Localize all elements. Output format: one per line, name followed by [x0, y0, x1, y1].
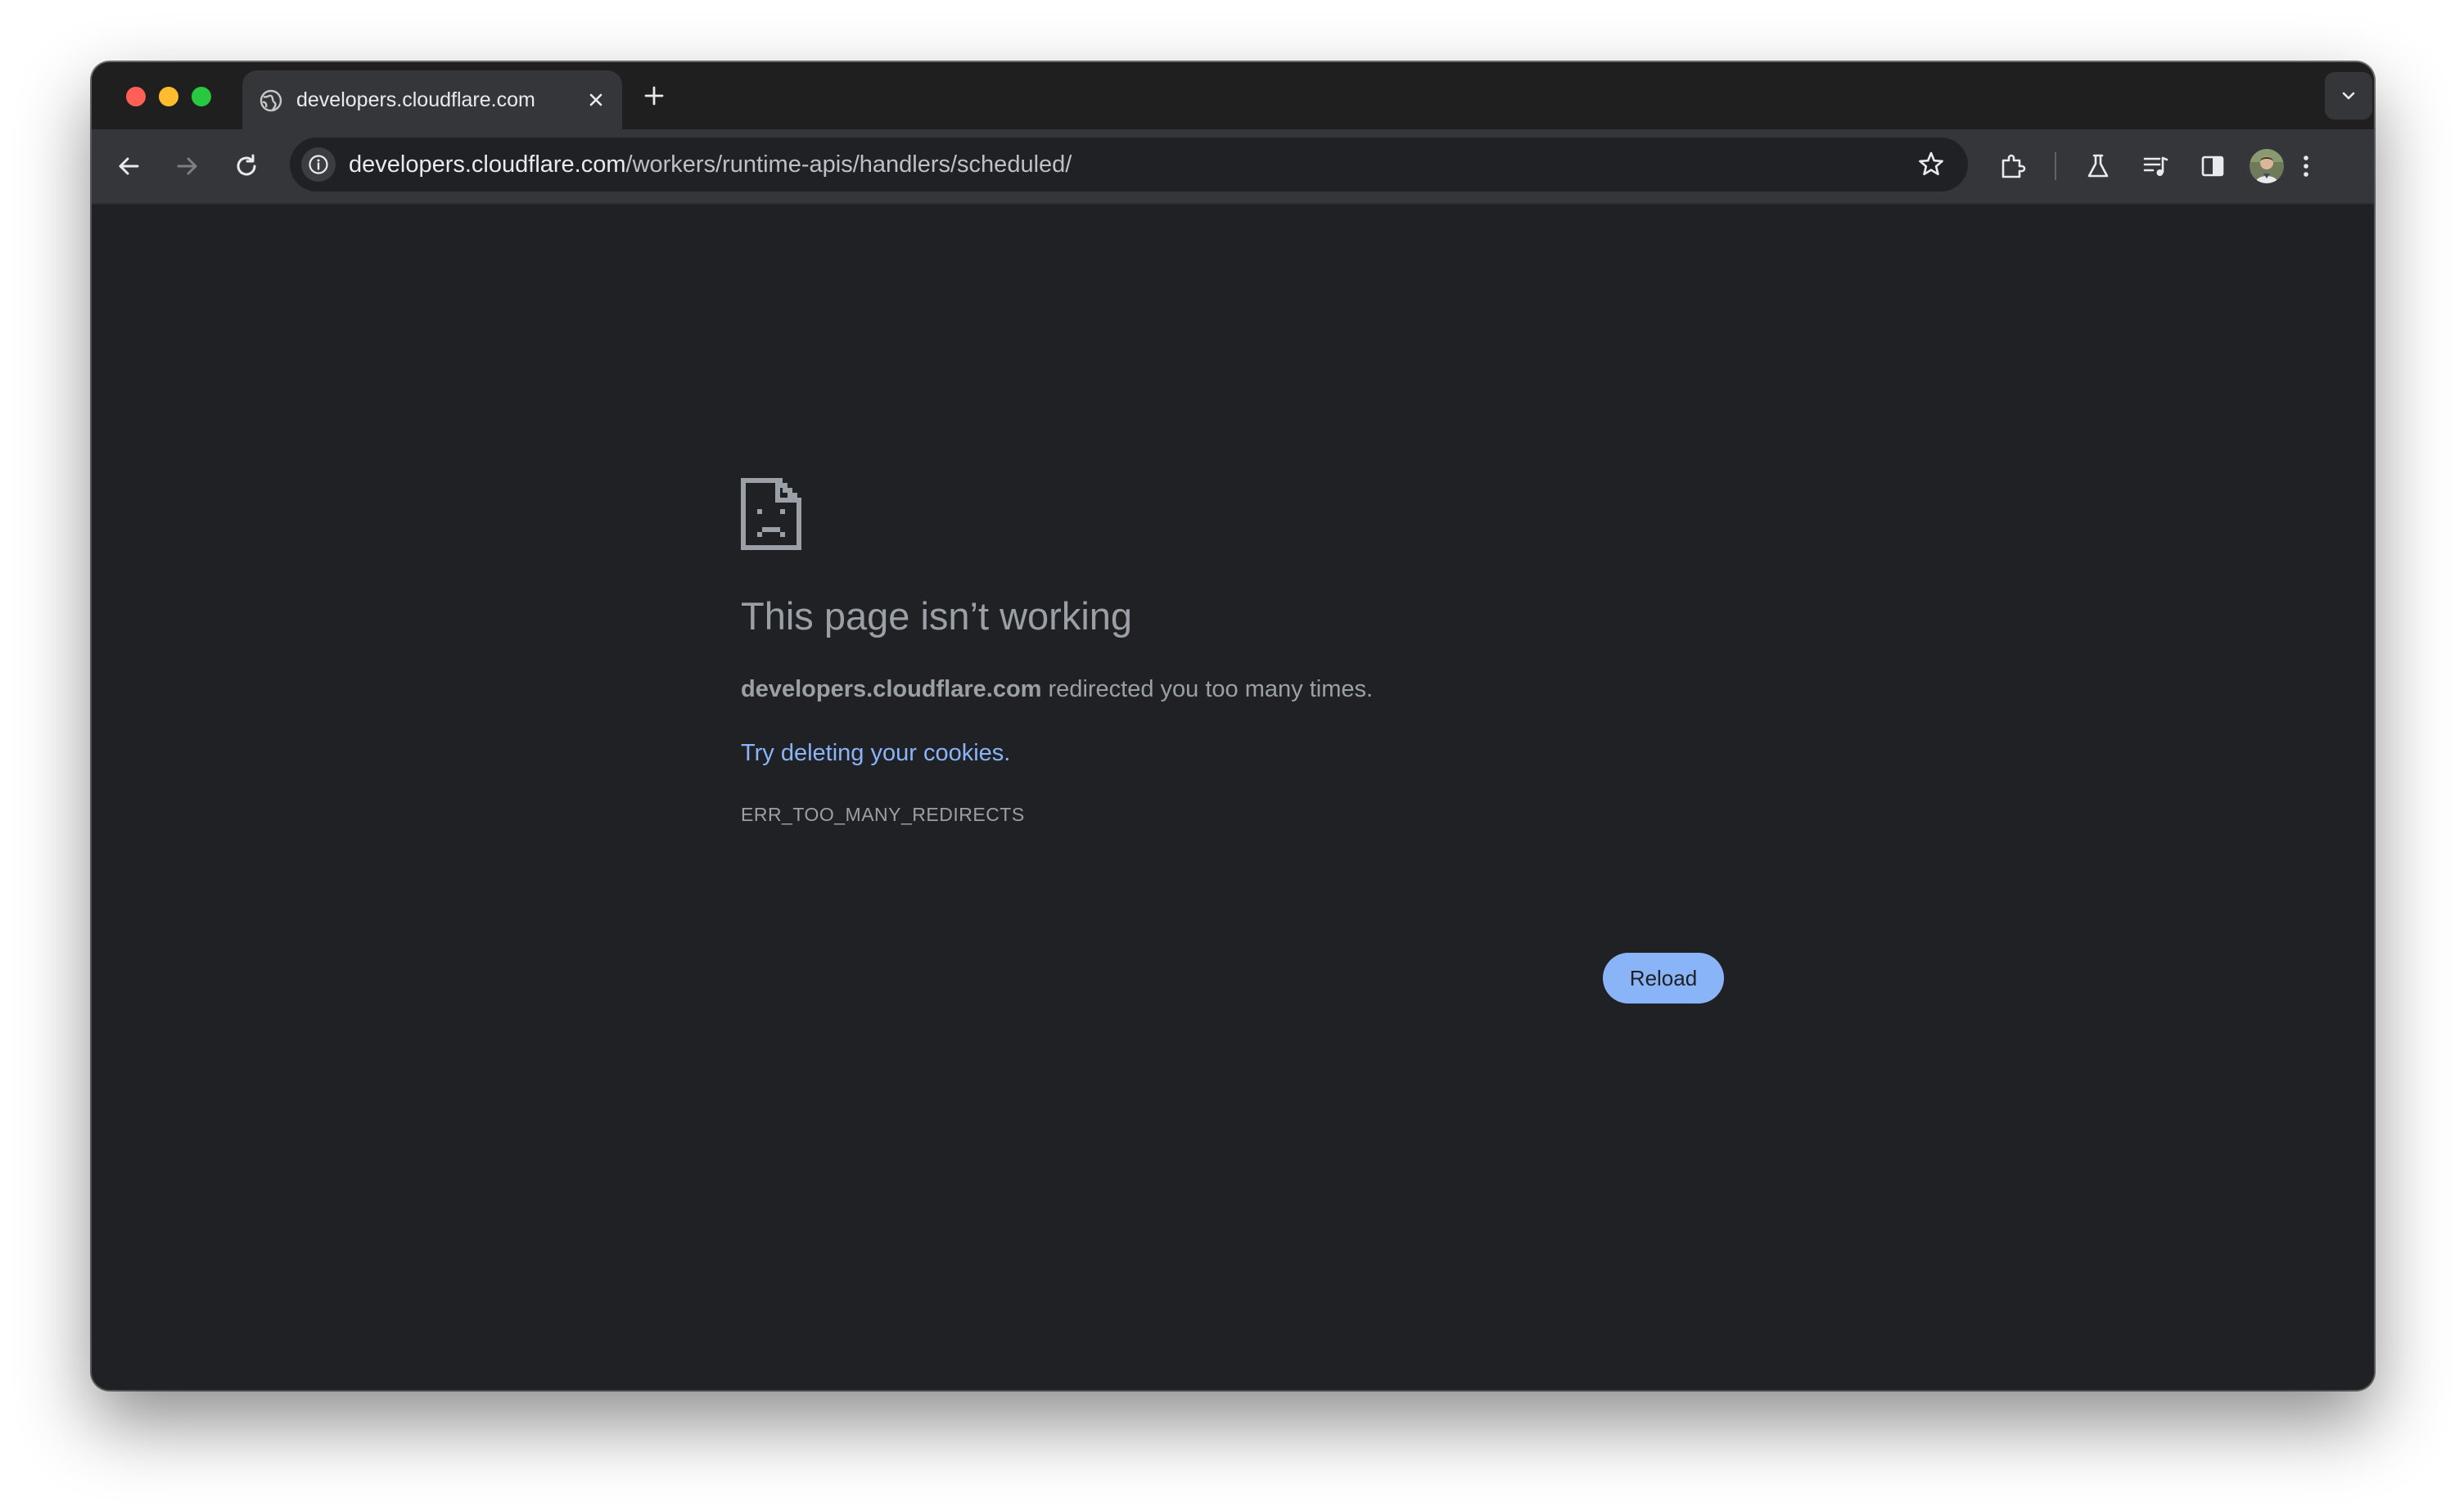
- toolbar-divider: [2055, 152, 2056, 180]
- suggestion-period: .: [1004, 740, 1011, 766]
- url-path: /workers/runtime-apis/handlers/scheduled…: [625, 151, 1072, 178]
- minimize-window-button[interactable]: [159, 87, 178, 106]
- tab-strip: developers.cloudflare.com: [92, 62, 2374, 129]
- tab-title: developers.cloudflare.com: [296, 88, 535, 111]
- site-info-icon[interactable]: [301, 147, 336, 182]
- reload-icon[interactable]: [231, 151, 262, 182]
- url-host: developers.cloudflare.com: [349, 151, 626, 178]
- labs-flask-icon[interactable]: [2083, 151, 2114, 182]
- globe-icon: [259, 88, 283, 113]
- tab-search-button[interactable]: [2325, 72, 2372, 120]
- delete-cookies-link[interactable]: Try deleting your cookies: [741, 740, 1004, 766]
- address-bar[interactable]: developers.cloudflare.com/workers/runtim…: [290, 138, 1968, 192]
- side-panel-icon[interactable]: [2197, 151, 2228, 182]
- tab-active[interactable]: developers.cloudflare.com: [242, 70, 622, 129]
- back-arrow-icon[interactable]: [113, 151, 144, 182]
- error-summary: developers.cloudflare.com redirected you…: [741, 673, 1373, 706]
- close-window-button[interactable]: [126, 87, 146, 106]
- error-summary-text: redirected you too many times.: [1041, 676, 1374, 702]
- error-code: ERR_TOO_MANY_REDIRECTS: [741, 804, 1025, 825]
- more-menu-icon[interactable]: [2290, 151, 2322, 182]
- extensions-icon[interactable]: [1997, 151, 2029, 182]
- chevron-down-icon: [2342, 92, 2355, 100]
- error-suggestion: Try deleting your cookies.: [741, 737, 1010, 769]
- sad-page-icon: [741, 478, 801, 550]
- url-text[interactable]: developers.cloudflare.com/workers/runtim…: [349, 151, 1072, 178]
- bookmark-star-icon[interactable]: [1916, 149, 1947, 180]
- tab-close-icon[interactable]: [584, 88, 607, 111]
- browser-toolbar: developers.cloudflare.com/workers/runtim…: [92, 129, 2374, 205]
- maximize-window-button[interactable]: [192, 87, 211, 106]
- media-controls-icon[interactable]: [2140, 151, 2171, 182]
- reload-button[interactable]: Reload: [1603, 953, 1724, 1004]
- profile-avatar[interactable]: [2250, 149, 2284, 183]
- forward-arrow-icon[interactable]: [172, 151, 203, 182]
- new-tab-icon[interactable]: [640, 82, 668, 110]
- browser-window: developers.cloudflare.com developers.clo…: [92, 62, 2374, 1390]
- page-content: This page isn’t working developers.cloud…: [92, 205, 2374, 1390]
- error-headline: This page isn’t working: [741, 594, 1133, 638]
- error-host: developers.cloudflare.com: [741, 676, 1042, 702]
